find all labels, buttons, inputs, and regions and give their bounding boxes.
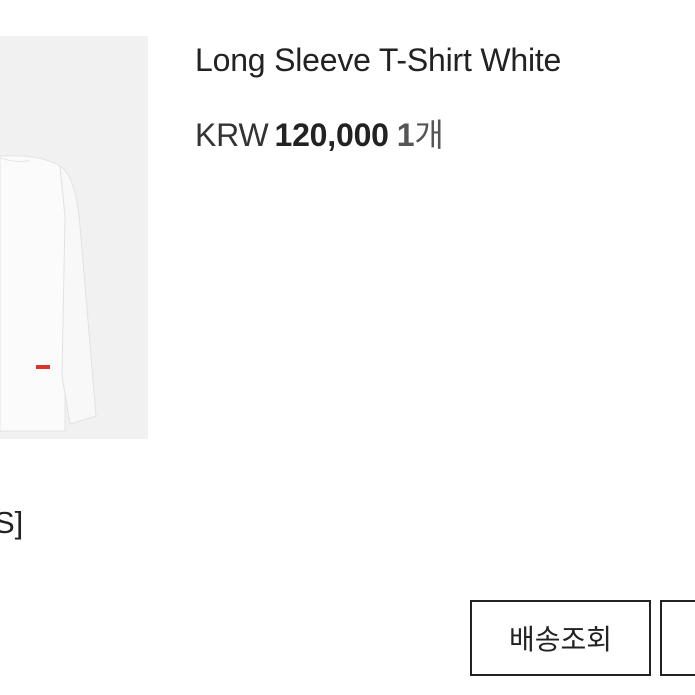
brand-tag-icon	[36, 365, 50, 369]
product-thumbnail[interactable]	[0, 36, 148, 439]
order-item-page: Long Sleeve T-Shirt White KRW 120,000 1개 S…	[0, 0, 695, 695]
quantity-unit: 개	[414, 117, 444, 153]
price-currency: KRW	[195, 117, 269, 153]
product-name[interactable]: Long Sleeve T-Shirt White	[195, 42, 561, 79]
quantity-value: 1	[396, 117, 415, 153]
secondary-action-button[interactable]	[660, 600, 695, 676]
delivery-tracking-button[interactable]: 배송조회	[470, 600, 651, 676]
option-text: S]	[0, 505, 24, 540]
price-line: KRW 120,000 1개	[195, 110, 444, 156]
price-amount: 120,000	[274, 117, 389, 153]
long-sleeve-shirt-image	[0, 155, 97, 432]
